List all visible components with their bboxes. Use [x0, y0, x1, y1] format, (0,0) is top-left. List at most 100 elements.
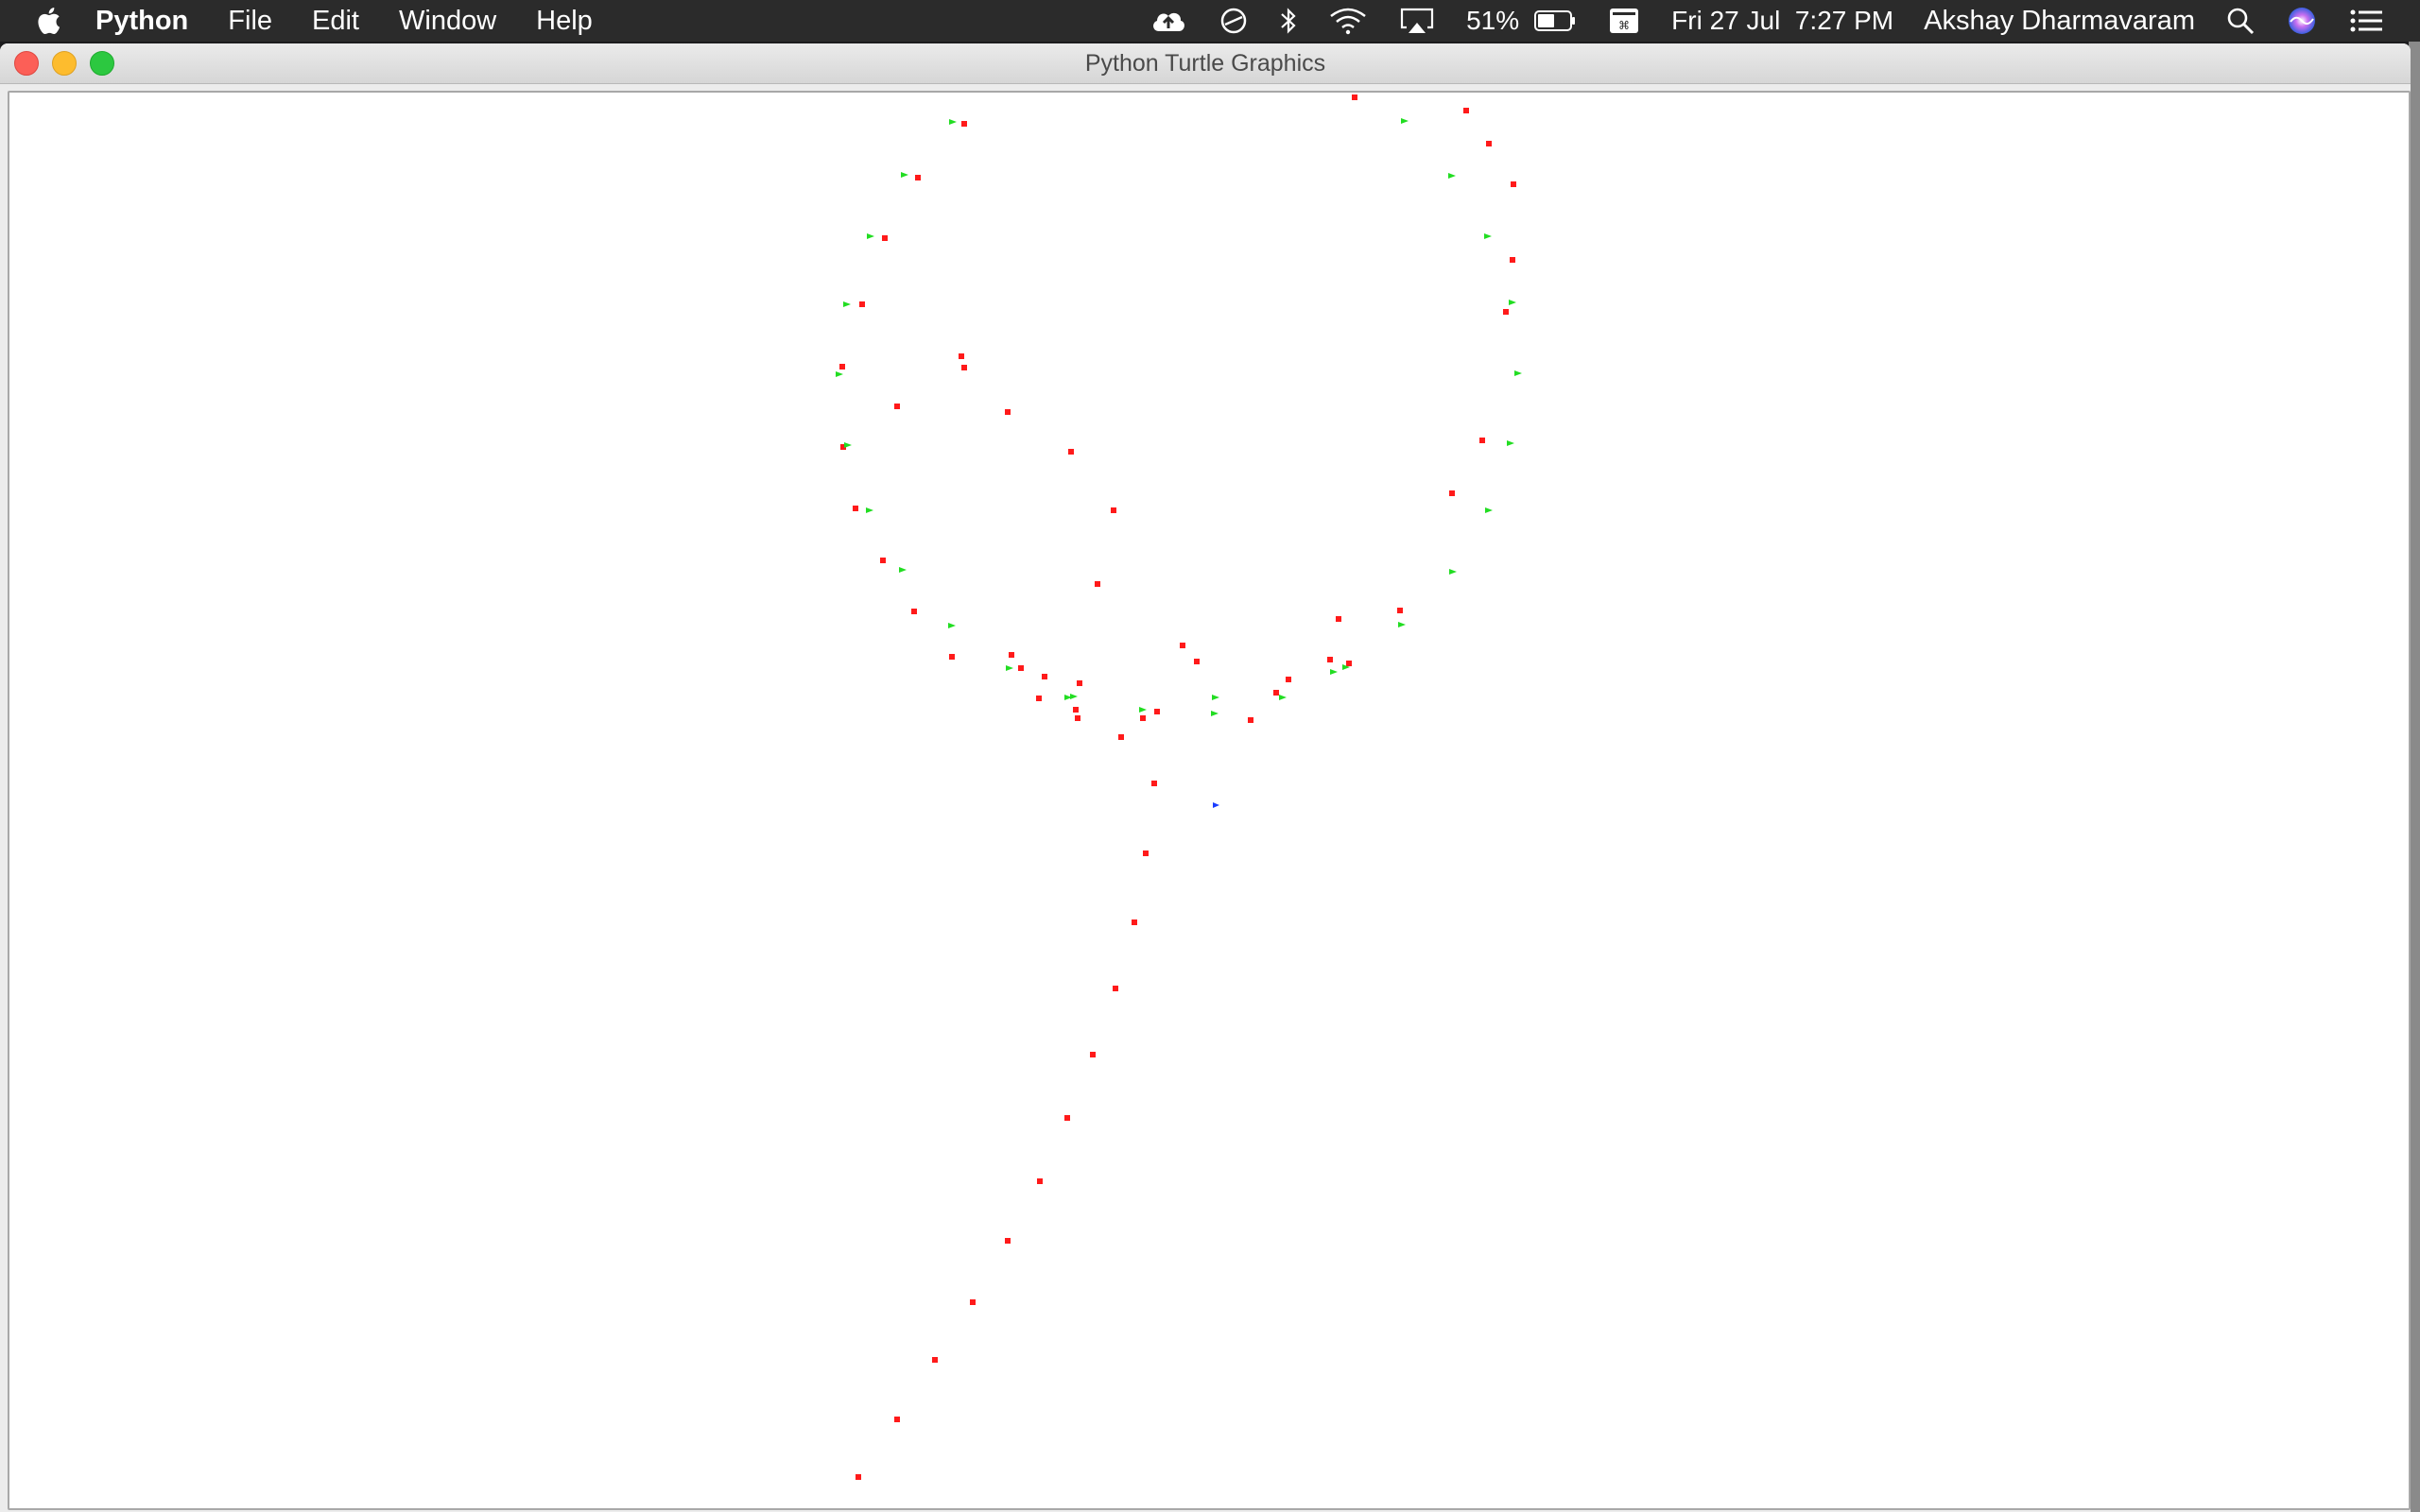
- red-turtle-stamp: [1151, 781, 1157, 786]
- red-turtle-stamp: [961, 365, 967, 370]
- wifi-icon[interactable]: [1329, 7, 1367, 35]
- red-turtle-stamp: [1273, 690, 1279, 696]
- sync-icon[interactable]: [1219, 7, 1248, 35]
- red-turtle-stamp: [839, 364, 845, 369]
- airplay-icon[interactable]: [1399, 7, 1435, 35]
- red-turtle-stamp: [859, 301, 865, 307]
- app-menu-python[interactable]: Python: [95, 6, 188, 37]
- red-turtle-stamp: [1140, 715, 1146, 721]
- red-turtle-stamp: [853, 506, 858, 511]
- battery-percent: 51%: [1466, 6, 1520, 35]
- green-turtle-stamp: [948, 623, 956, 628]
- red-turtle-stamp: [1095, 581, 1100, 587]
- red-turtle-stamp: [1486, 141, 1492, 146]
- red-turtle-stamp: [949, 654, 955, 660]
- menu-window[interactable]: Window: [399, 6, 496, 37]
- red-turtle-stamp: [1111, 507, 1116, 513]
- red-turtle-stamp: [1073, 707, 1079, 713]
- apple-menu-icon[interactable]: [36, 7, 60, 35]
- red-turtle-stamp: [856, 1474, 861, 1480]
- green-turtle-stamp: [1507, 440, 1514, 446]
- menu-bar: Python File Edit Window Help 51% ⌘ Fri 2…: [0, 0, 2420, 42]
- red-turtle-stamp: [1064, 1115, 1070, 1121]
- siri-icon[interactable]: [2287, 6, 2317, 36]
- red-turtle-stamp: [1005, 1238, 1011, 1244]
- red-turtle-stamp: [915, 175, 921, 180]
- red-turtle-stamp: [970, 1299, 976, 1305]
- green-turtle-stamp: [1211, 711, 1219, 716]
- turtle-window: Python Turtle Graphics: [0, 43, 2411, 1512]
- green-turtle-stamp: [1330, 669, 1338, 675]
- red-turtle-stamp: [1036, 696, 1042, 701]
- window-title: Python Turtle Graphics: [1084, 50, 1326, 77]
- red-turtle-stamp: [1510, 257, 1515, 263]
- green-turtle-stamp: [1212, 695, 1219, 700]
- red-turtle-stamp: [1352, 94, 1357, 100]
- window-titlebar[interactable]: Python Turtle Graphics: [0, 43, 2411, 84]
- red-turtle-stamp: [894, 1417, 900, 1422]
- menu-file[interactable]: File: [228, 6, 272, 37]
- red-turtle-stamp: [882, 235, 888, 241]
- red-turtle-stamp: [1180, 643, 1185, 648]
- green-turtle-stamp: [1514, 370, 1522, 376]
- red-turtle-stamp: [1327, 657, 1333, 662]
- green-turtle-stamp: [1279, 695, 1287, 700]
- green-turtle-stamp: [843, 301, 851, 307]
- red-turtle-stamp: [894, 404, 900, 409]
- green-turtle-stamp: [836, 371, 843, 377]
- green-turtle-stamp: [844, 442, 852, 448]
- green-turtle-stamp: [949, 119, 957, 125]
- notification-center-icon[interactable]: [2349, 8, 2383, 34]
- menu-edit[interactable]: Edit: [312, 6, 359, 37]
- turtle-canvas-frame: [8, 91, 2411, 1510]
- red-turtle-stamp: [1154, 709, 1160, 714]
- green-turtle-stamp: [1485, 507, 1493, 513]
- red-turtle-stamp: [1479, 438, 1485, 443]
- red-turtle-stamp: [961, 121, 967, 127]
- green-turtle-stamp: [1448, 173, 1456, 179]
- green-turtle-stamp: [1398, 622, 1406, 627]
- green-turtle-stamp: [1484, 233, 1492, 239]
- bluetooth-icon[interactable]: [1280, 7, 1297, 35]
- red-turtle-stamp: [1336, 616, 1341, 622]
- spotlight-search-icon[interactable]: [2226, 7, 2255, 35]
- svg-text:⌘: ⌘: [1618, 19, 1630, 32]
- red-turtle-stamp: [1503, 309, 1509, 315]
- red-turtle-stamp: [1346, 661, 1352, 666]
- red-turtle-stamp: [959, 353, 964, 359]
- red-turtle-stamp: [1090, 1052, 1096, 1057]
- green-turtle-stamp: [1070, 694, 1078, 699]
- red-turtle-stamp: [1037, 1178, 1043, 1184]
- green-turtle-stamp: [1139, 707, 1147, 713]
- red-turtle-stamp: [1075, 715, 1080, 721]
- menu-help[interactable]: Help: [536, 6, 593, 37]
- keyboard-input-icon[interactable]: ⌘: [1608, 7, 1640, 35]
- green-turtle-stamp: [901, 172, 908, 178]
- green-turtle-stamp: [866, 507, 873, 513]
- red-turtle-stamp: [1143, 850, 1149, 856]
- red-turtle-stamp: [1463, 108, 1469, 113]
- red-turtle-stamp: [1068, 449, 1074, 455]
- turtle-canvas[interactable]: [9, 93, 2409, 1508]
- red-turtle-stamp: [1286, 677, 1291, 682]
- red-turtle-stamp: [1018, 665, 1024, 671]
- green-turtle-stamp: [899, 567, 907, 573]
- red-turtle-stamp: [1248, 717, 1253, 723]
- red-turtle-stamp: [1397, 608, 1403, 613]
- battery-icon[interactable]: [1534, 9, 1576, 32]
- red-turtle-stamp: [1077, 680, 1082, 686]
- icloud-upload-icon[interactable]: [1150, 8, 1187, 34]
- red-turtle-stamp: [932, 1357, 938, 1363]
- red-turtle-stamp: [1005, 409, 1011, 415]
- red-turtle-stamp: [911, 609, 917, 614]
- red-turtle-stamp: [1449, 490, 1455, 496]
- red-turtle-stamp: [1118, 734, 1124, 740]
- red-turtle-stamp: [1194, 659, 1200, 664]
- green-turtle-stamp: [1006, 665, 1013, 671]
- green-turtle-stamp: [1509, 300, 1516, 305]
- menubar-clock[interactable]: Fri 27 Jul 7:27 PM: [1671, 6, 1893, 36]
- menubar-user-name[interactable]: Akshay Dharmavaram: [1924, 6, 2195, 37]
- turtle-cursor: [1213, 802, 1219, 808]
- red-turtle-stamp: [880, 558, 886, 563]
- green-turtle-stamp: [1401, 118, 1409, 124]
